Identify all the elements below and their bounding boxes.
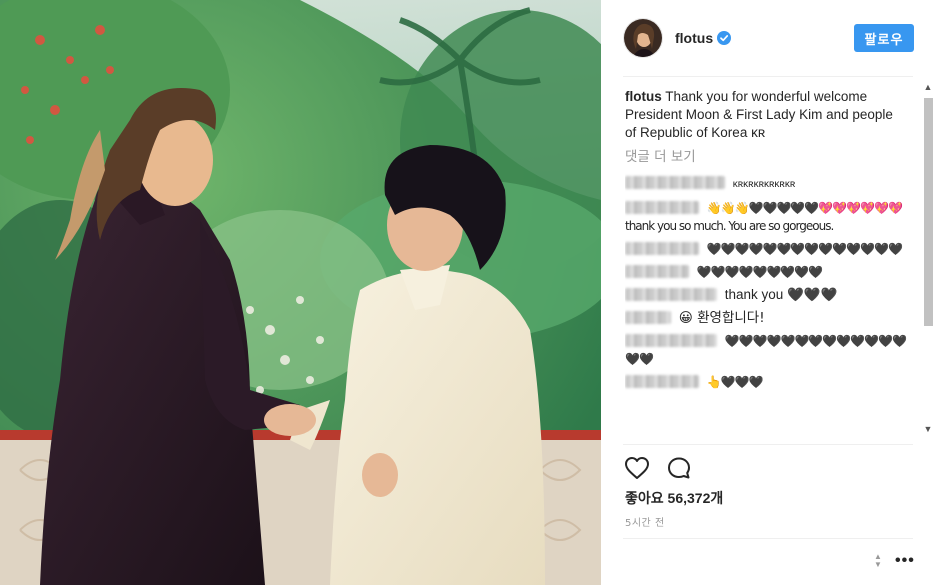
like-count[interactable]: 좋아요 56,372개 <box>625 488 723 508</box>
avatar-image <box>624 19 662 57</box>
caption-text: Thank you for wonderful welcome Presiden… <box>625 89 893 140</box>
caption: flotus Thank you for wonderful welcome P… <box>625 88 907 142</box>
comment-username-blurred[interactable] <box>625 288 717 301</box>
divider <box>623 538 913 539</box>
scroll-down-arrow-icon[interactable]: ▼ <box>921 422 935 436</box>
divider <box>623 444 913 445</box>
post-photo[interactable] <box>0 0 601 585</box>
comment-item: 👋👋👋🖤🖤🖤🖤🖤💖💖💖💖💖💖thank you so much. You are… <box>625 199 907 235</box>
likes-count: 56,372개 <box>667 490 724 506</box>
comment-username-blurred[interactable] <box>625 311 671 324</box>
comment-text: 👆🖤🖤🖤 <box>706 375 764 389</box>
comment-item: thank you 🖤🖤🖤 <box>625 286 907 304</box>
comment-item: ᴋʀᴋʀᴋʀᴋʀᴋʀᴋʀ <box>625 174 907 194</box>
comment-icon[interactable] <box>666 456 692 485</box>
comment-list[interactable]: flotus Thank you for wonderful welcome P… <box>625 88 907 438</box>
comment-username-blurred[interactable] <box>625 242 699 255</box>
comment-item: 🖤🖤🖤🖤🖤🖤🖤🖤🖤 <box>625 263 907 281</box>
avatar[interactable] <box>623 18 663 58</box>
comment-text: 🖤🖤🖤🖤🖤🖤🖤🖤🖤 <box>696 265 823 279</box>
comment-username-blurred[interactable] <box>625 334 717 347</box>
scroll-up-arrow-icon[interactable]: ▲ <box>921 80 935 94</box>
comment-text: 🖤🖤🖤🖤🖤🖤🖤🖤🖤🖤🖤🖤🖤🖤 <box>706 242 903 256</box>
comment-username-blurred[interactable] <box>625 375 699 388</box>
post-image <box>0 0 601 585</box>
resize-arrows-icon[interactable]: ▲ ▼ <box>871 553 885 571</box>
username[interactable]: flotus <box>675 30 713 46</box>
comment-text: 😀 환영합니다! <box>678 310 765 326</box>
comment-text: ᴋʀᴋʀᴋʀᴋʀᴋʀᴋʀ <box>732 179 796 190</box>
post-timestamp[interactable]: 5시간 전 <box>625 514 665 529</box>
caption-username[interactable]: flotus <box>625 89 662 104</box>
likes-label: 좋아요 <box>625 491 664 507</box>
verified-badge-icon <box>717 31 732 45</box>
comment-username-blurred[interactable] <box>625 265 689 278</box>
follow-button[interactable]: 팔로우 <box>854 24 914 52</box>
comment-username-blurred[interactable] <box>625 201 699 214</box>
post-header: flotus 팔로우 <box>623 16 914 60</box>
comment-item: 👆🖤🖤🖤 <box>625 373 907 391</box>
view-more-comments-link[interactable]: 댓글 더 보기 <box>625 148 907 166</box>
action-bar <box>624 456 692 485</box>
comment-item: 😀 환영합니다! <box>625 309 907 327</box>
comment-item: 🖤🖤🖤🖤🖤🖤🖤🖤🖤🖤🖤🖤🖤🖤 <box>625 240 907 258</box>
divider <box>623 76 913 77</box>
heart-icon[interactable] <box>624 456 650 485</box>
scroll-thumb[interactable] <box>924 98 933 326</box>
more-options-icon[interactable]: ••• <box>895 552 915 570</box>
comment-username-blurred[interactable] <box>625 176 725 189</box>
comment-item: 🖤🖤🖤🖤🖤🖤🖤🖤🖤🖤🖤🖤🖤🖤🖤 <box>625 332 907 368</box>
comment-scrollbar[interactable]: ▲ ▼ <box>921 80 935 436</box>
comment-text: thank you 🖤🖤🖤 <box>724 287 838 302</box>
